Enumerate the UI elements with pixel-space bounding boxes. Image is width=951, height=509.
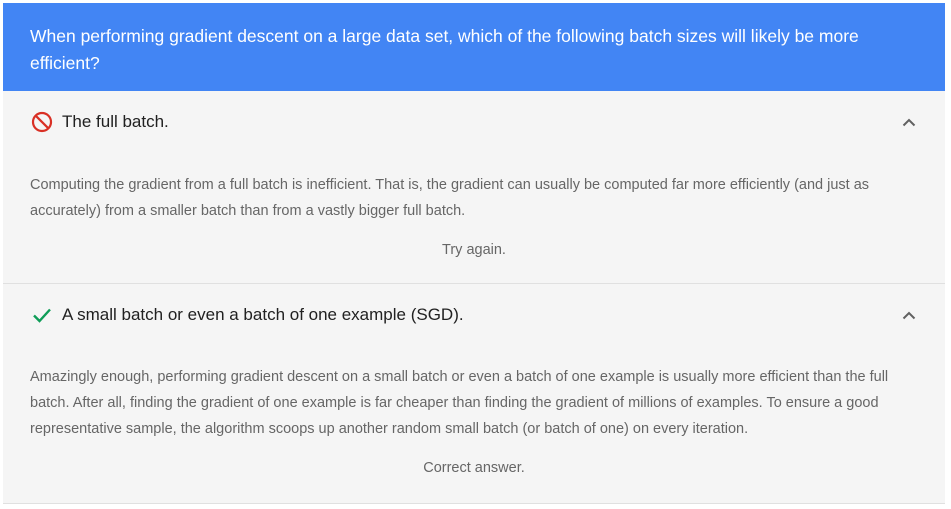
question-text: When performing gradient descent on a la… (30, 26, 859, 73)
chevron-up-icon[interactable] (899, 305, 919, 325)
answer-label: A small batch or even a batch of one exa… (62, 305, 464, 324)
question-header: When performing gradient descent on a la… (3, 3, 945, 91)
chevron-up-icon[interactable] (899, 112, 919, 132)
answer-explanation: Amazingly enough, performing gradient de… (30, 369, 889, 437)
quiz-card: When performing gradient descent on a la… (3, 3, 945, 504)
answer-option-full-batch[interactable]: The full batch. Computing the gradient f… (3, 91, 945, 284)
answer-label: The full batch. (62, 112, 169, 131)
answer-feedback: Correct answer. (423, 460, 525, 476)
answer-explanation: Computing the gradient from a full batch… (30, 177, 870, 219)
answer-option-small-batch[interactable]: A small batch or even a batch of one exa… (3, 284, 945, 504)
prohibited-icon (31, 111, 53, 133)
answer-feedback: Try again. (442, 242, 506, 258)
checkmark-icon (31, 304, 53, 326)
answer-header[interactable]: The full batch. (3, 91, 945, 153)
answer-header[interactable]: A small batch or even a batch of one exa… (3, 284, 945, 346)
